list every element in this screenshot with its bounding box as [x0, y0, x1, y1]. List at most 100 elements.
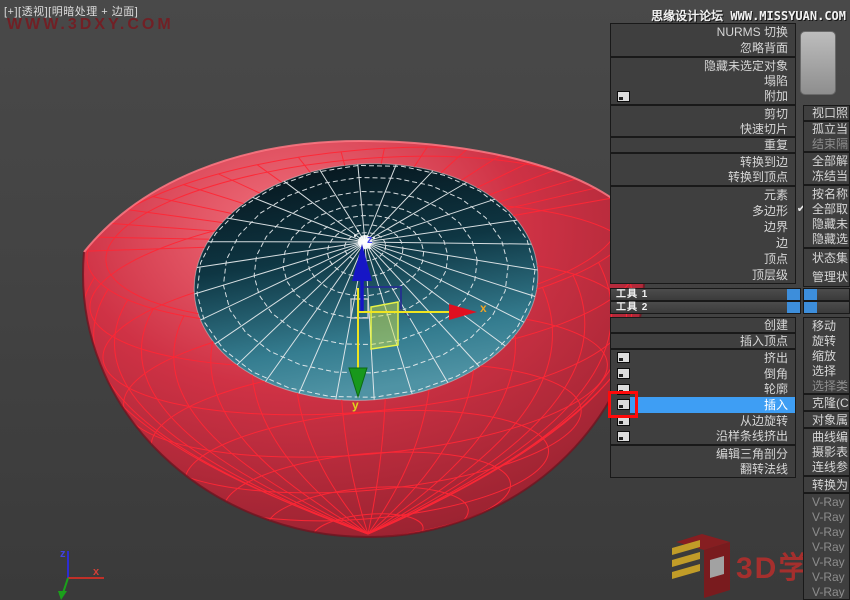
quad-menu-item[interactable]: 移动 — [804, 318, 849, 333]
quad-menu-item-label: 顶点 — [611, 253, 795, 265]
quad-menu-item[interactable]: 隐藏未 — [804, 217, 849, 232]
gizmo-y-label: y — [352, 398, 359, 412]
quad-toolbar-tools-2[interactable]: 工具 2 — [610, 301, 801, 314]
viewport[interactable]: [+][透视][明暗处理 + 边面] WWW.3DXY.COM 思缘设计论坛 W… — [0, 0, 850, 600]
quad-menu-item[interactable]: 视口照 — [804, 106, 849, 120]
quad-menu-section: 孤立当结束隔 — [803, 121, 850, 152]
quad-menu-item[interactable]: 多边形✔ — [611, 203, 795, 219]
quad-toolbar-tools-1[interactable]: 工具 1 — [610, 288, 801, 301]
quad-menu-item[interactable]: 隐藏未选定对象 — [611, 58, 795, 73]
quad-menu-item[interactable]: 克隆(C — [804, 395, 849, 410]
blue-corner-square — [804, 302, 817, 313]
quad-menu-item[interactable]: 边 — [611, 235, 795, 251]
quad-menu-item-label: 挤出 — [630, 352, 795, 364]
quad-menu-item[interactable]: 选择 — [804, 363, 849, 378]
quad-menu-item[interactable]: 隐藏选 — [804, 232, 849, 247]
quad-menu-item[interactable]: V-Ray — [804, 539, 849, 554]
quad-menu-item-label: 转换为 — [804, 479, 849, 491]
plane-handle-xy[interactable] — [371, 302, 398, 349]
quad-menu-item[interactable]: 轮廓 — [611, 381, 795, 397]
quad-menu-item-label: 选择 — [804, 365, 849, 377]
watermark-missyuan: 思缘设计论坛 WWW.MISSYUAN.COM — [651, 7, 846, 24]
quad-menu-item-label: 边界 — [611, 221, 795, 233]
quad-menu-item[interactable]: NURMS 切换 — [611, 24, 795, 40]
quad-menu-item-label: 创建 — [611, 319, 795, 331]
quad-menu-item[interactable]: 转换为 — [804, 477, 849, 492]
quad-menu-item-label: 隐藏选 — [804, 233, 849, 245]
tripod-x-label: x — [93, 566, 100, 578]
settings-box-icon[interactable] — [617, 431, 630, 442]
quad-menu-item[interactable]: 编辑三角剖分 — [611, 446, 795, 462]
quad-menu-item[interactable]: 重复 — [611, 138, 795, 152]
quad-menu-item[interactable]: 选择类 — [804, 378, 849, 393]
quad-menu-section: 转换到边转换到顶点 — [610, 153, 796, 186]
quad-menu-item[interactable]: 边界 — [611, 219, 795, 235]
quad-menu-item[interactable]: V-Ray — [804, 494, 849, 509]
quad-menu-item[interactable]: V-Ray — [804, 509, 849, 524]
quad-menu-item[interactable]: 全部取 — [804, 201, 849, 216]
quad-menu-item[interactable]: 全部解 — [804, 153, 849, 169]
quad-menu-item[interactable]: 对象属 — [804, 412, 849, 427]
quad-menu-item[interactable]: 沿样条线挤出 — [611, 428, 795, 444]
blue-corner-square — [804, 289, 817, 300]
quad-menu-item[interactable]: 冻结当 — [804, 169, 849, 185]
quad-menu-item[interactable]: 创建 — [611, 318, 795, 332]
quad-menu-section: 状态集管理状 — [803, 248, 850, 287]
tutorial-highlight-box — [608, 391, 638, 418]
quad-menu-item-label: 曲线编 — [804, 431, 849, 443]
quad-menu-item-label: V-Ray — [804, 541, 849, 553]
quad-menu-item[interactable]: 摄影表 — [804, 444, 849, 459]
quad-menu-item-label: NURMS 切换 — [611, 26, 795, 38]
quad-menu-item[interactable]: 顶层级 — [611, 267, 795, 283]
quad-menu-item[interactable]: 插入顶点 — [611, 334, 795, 348]
quad-menu-item-label: V-Ray — [804, 556, 849, 568]
quad-menu-item[interactable]: 塌陷 — [611, 73, 795, 88]
quad-menu-item[interactable]: 孤立当 — [804, 122, 849, 137]
quad-menu-item[interactable]: 按名称 — [804, 186, 849, 201]
settings-box-icon[interactable] — [617, 368, 630, 379]
quad-menu-section: 隐藏未选定对象塌陷附加 — [610, 57, 796, 105]
quad-menu-item[interactable]: 忽略背面 — [611, 40, 795, 56]
quad-menu-item[interactable]: 元素 — [611, 187, 795, 203]
quad-menu-section: 移动旋转缩放选择选择类 — [803, 317, 850, 394]
quad-menu-item-label: 克隆(C — [804, 397, 849, 409]
quad-toolbar-label: 工具 1 — [611, 290, 787, 300]
quad-menu-item-label: 连线参 — [804, 461, 849, 473]
quad-menu-item[interactable]: V-Ray — [804, 584, 849, 599]
quad-menu-item[interactable]: 挤出 — [611, 350, 795, 366]
quad-menu-item[interactable]: V-Ray — [804, 524, 849, 539]
quad-menu-item[interactable]: 快速切片 — [611, 121, 795, 136]
quad-menu-item-label: 倒角 — [630, 368, 795, 380]
quad-menu-item[interactable]: 旋转 — [804, 333, 849, 348]
quad-menu-item[interactable]: 管理状 — [804, 268, 849, 287]
quad-toolbar-right-fragment[interactable] — [803, 288, 850, 301]
quad-menu-item-highlighted[interactable]: 插入 — [611, 397, 795, 413]
quad-menu-item[interactable]: 翻转法线 — [611, 462, 795, 478]
quad-menu-item[interactable]: V-Ray — [804, 554, 849, 569]
world-axis-tripod: zx — [58, 548, 104, 600]
quad-menu-item[interactable]: 连线参 — [804, 460, 849, 475]
quad-menu-item-label: 管理状 — [804, 271, 849, 283]
quad-menu-item[interactable]: 倒角 — [611, 366, 795, 382]
quad-menu-item-label: 旋转 — [804, 335, 849, 347]
quad-menu-item-label: 翻转法线 — [611, 463, 795, 475]
quad-menu-section: NURMS 切换忽略背面 — [610, 23, 796, 57]
quad-menu-item[interactable]: 曲线编 — [804, 429, 849, 444]
quad-menu-item[interactable]: 附加 — [611, 89, 795, 104]
quad-menu-section: 对象属 — [803, 411, 850, 428]
quad-menu-item-label: V-Ray — [804, 526, 849, 538]
quad-menu-item[interactable]: 状态集 — [804, 249, 849, 268]
quad-menu-item[interactable]: 顶点 — [611, 251, 795, 267]
quad-menu-item[interactable]: 缩放 — [804, 348, 849, 363]
quad-menu-item-label: V-Ray — [804, 496, 849, 508]
quad-menu-item[interactable]: 结束隔 — [804, 137, 849, 152]
quad-menu-item[interactable]: 转换到顶点 — [611, 170, 795, 186]
quad-menu-item[interactable]: 转换到边 — [611, 154, 795, 170]
quad-menu-item[interactable]: 从边旋转 — [611, 413, 795, 429]
quad-menu-item-label: 沿样条线挤出 — [630, 430, 795, 442]
settings-box-icon[interactable] — [617, 91, 630, 102]
settings-box-icon[interactable] — [617, 352, 630, 363]
quad-menu-item[interactable]: 剪切 — [611, 106, 795, 121]
quad-toolbar-right-fragment[interactable] — [803, 301, 850, 314]
quad-menu-item[interactable]: V-Ray — [804, 569, 849, 584]
